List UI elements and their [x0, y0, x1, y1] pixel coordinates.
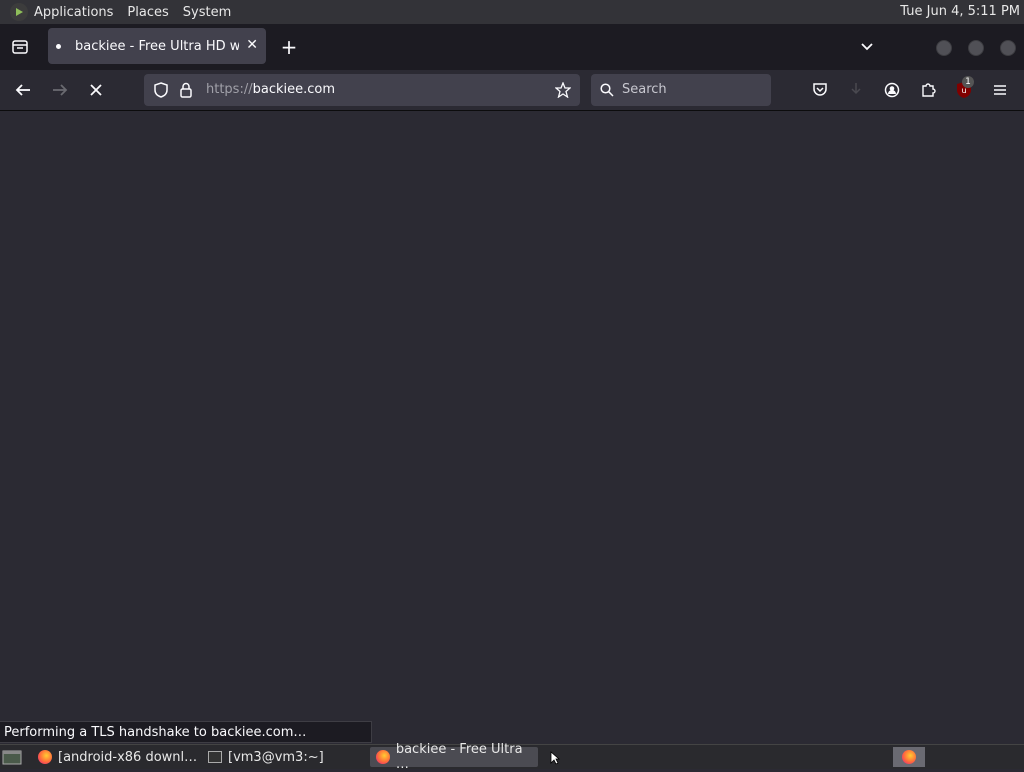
new-tab-icon[interactable]: +: [280, 35, 298, 59]
app-menu-icon[interactable]: [991, 81, 1009, 99]
loading-dot-icon: [56, 43, 61, 49]
tracking-protection-shield-icon[interactable]: [152, 81, 170, 99]
status-panel: Performing a TLS handshake to backiee.co…: [0, 721, 372, 743]
taskbar-item-terminal[interactable]: [vm3@vm3:~]: [200, 747, 360, 767]
firefox-icon: [38, 750, 52, 764]
bottom-taskbar: [android-x86 downl… [vm3@vm3:~] backiee …: [0, 742, 1024, 772]
back-icon[interactable]: [14, 81, 32, 99]
extensions-puzzle-icon[interactable]: [919, 81, 937, 99]
mouse-cursor-icon: [550, 751, 560, 765]
minimize-window-icon[interactable]: [936, 40, 952, 56]
clock[interactable]: Tue Jun 4, 5:11 PM: [900, 4, 1020, 19]
active-tab[interactable]: backiee - Free Ultra HD wall ✕: [48, 28, 266, 64]
system-menu[interactable]: System: [183, 5, 231, 20]
tab-close-icon[interactable]: ✕: [246, 37, 258, 53]
taskbar-item-label: [vm3@vm3:~]: [228, 749, 324, 765]
close-window-icon[interactable]: [1000, 40, 1016, 56]
account-icon[interactable]: [883, 81, 901, 99]
navigation-toolbar: https://backiee.com Search u 1: [0, 70, 1024, 111]
taskbar-item-label: [android-x86 downl…: [58, 749, 198, 765]
places-menu[interactable]: Places: [127, 5, 168, 20]
firefox-icon: [902, 750, 916, 764]
list-all-tabs-icon[interactable]: [858, 38, 876, 56]
search-placeholder: Search: [622, 82, 667, 97]
ublock-badge: 1: [962, 76, 974, 88]
pocket-icon[interactable]: [811, 81, 829, 99]
url-host: backiee.com: [252, 82, 336, 97]
workspace-switcher[interactable]: [893, 747, 925, 767]
tab-title: backiee - Free Ultra HD wall: [75, 38, 239, 54]
taskbar-item-backiee[interactable]: backiee - Free Ultra …: [370, 742, 538, 772]
url-scheme: https://: [206, 82, 253, 97]
lock-icon[interactable]: [178, 81, 194, 99]
show-desktop-icon[interactable]: [2, 747, 24, 767]
search-icon: [599, 82, 615, 98]
tab-strip: backiee - Free Ultra HD wall ✕ +: [0, 24, 1024, 70]
applications-menu[interactable]: Applications: [34, 5, 113, 20]
stop-loading-icon[interactable]: [87, 81, 105, 99]
page-content-area[interactable]: [0, 111, 1024, 743]
maximize-window-icon[interactable]: [968, 40, 984, 56]
system-top-panel: Applications Places System Tue Jun 4, 5:…: [0, 0, 1024, 24]
taskbar-item-android-x86[interactable]: [android-x86 downl…: [32, 747, 200, 767]
terminal-icon: [208, 751, 222, 763]
forward-icon[interactable]: [51, 81, 69, 99]
url-bar[interactable]: https://backiee.com: [144, 74, 580, 106]
url-text[interactable]: https://backiee.com: [206, 82, 335, 97]
firefox-icon: [376, 750, 390, 764]
distro-logo-icon[interactable]: [10, 3, 28, 21]
downloads-icon[interactable]: [847, 81, 865, 99]
bookmark-star-icon[interactable]: [554, 81, 572, 99]
firefox-view-icon[interactable]: [10, 38, 30, 56]
search-box[interactable]: Search: [591, 74, 771, 106]
